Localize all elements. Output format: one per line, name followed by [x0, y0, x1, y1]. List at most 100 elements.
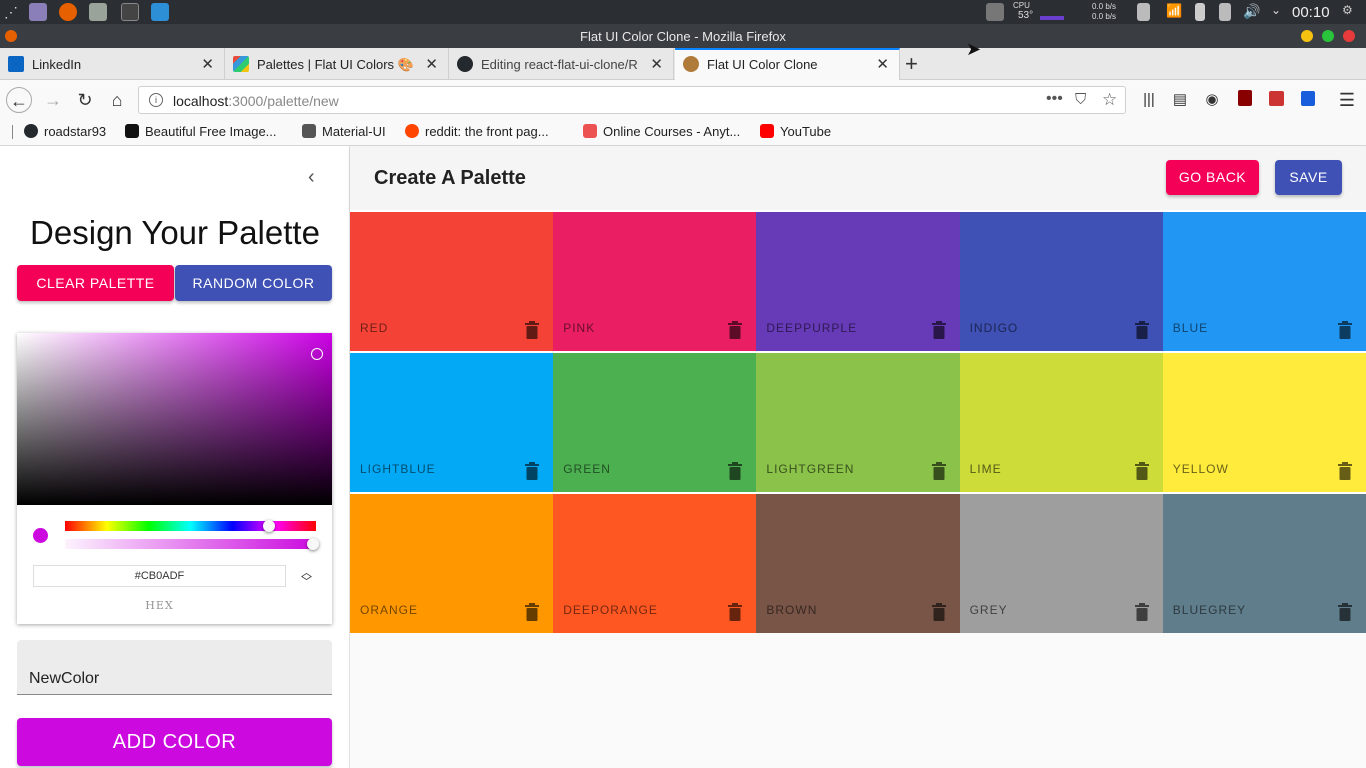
color-box[interactable]: LIGHTGREEN — [756, 351, 960, 492]
home-button[interactable]: ⌂ — [104, 87, 130, 113]
bookmark-unsplash[interactable]: Beautiful Free Image... — [125, 124, 277, 139]
delete-icon[interactable] — [931, 603, 946, 621]
bookmark-star-icon[interactable]: ☆ — [1102, 90, 1117, 110]
color-box[interactable]: BROWN — [756, 492, 960, 633]
bookmark-youtube[interactable]: YouTube — [760, 124, 831, 139]
more-actions-icon[interactable]: ••• — [1046, 90, 1063, 108]
pocket-icon[interactable]: ⛉ — [1075, 91, 1086, 108]
app-launcher-icon[interactable]: ⋰ — [4, 3, 22, 21]
bookmark-reddit[interactable]: reddit: the front pag... — [405, 124, 549, 139]
minimize-button[interactable] — [1301, 30, 1313, 42]
delete-icon[interactable] — [1337, 462, 1352, 480]
bookmark-material-ui[interactable]: Material-UI — [302, 124, 386, 139]
color-box[interactable]: DEEPPURPLE — [756, 210, 960, 351]
sidebar-icon[interactable]: ▤ — [1167, 87, 1193, 113]
extension-icon[interactable] — [1263, 87, 1289, 113]
bookmark-roadstar93[interactable]: roadstar93 — [24, 124, 106, 139]
hue-slider[interactable] — [65, 521, 316, 531]
clock[interactable]: 00:10 — [1292, 4, 1330, 21]
delete-icon[interactable] — [931, 462, 946, 480]
alpha-slider[interactable] — [65, 539, 316, 549]
wifi-icon[interactable]: 📶 — [1166, 3, 1184, 21]
close-icon[interactable]: ✕ — [425, 55, 438, 73]
battery-icon[interactable] — [1195, 3, 1205, 21]
color-box[interactable]: BLUE — [1162, 210, 1366, 351]
url-bar[interactable]: i localhost:3000/palette/new ••• ⛉ ☆ — [138, 86, 1126, 114]
delete-icon[interactable] — [1134, 321, 1149, 339]
delete-icon[interactable] — [728, 462, 743, 480]
color-box[interactable]: GREEN — [553, 351, 757, 492]
tab-github[interactable]: Editing react-flat-ui-clone/R ✕ — [449, 48, 674, 80]
account-icon[interactable]: ◉ — [1199, 87, 1225, 113]
clipboard-icon[interactable] — [1219, 3, 1231, 21]
color-box[interactable]: LIME — [959, 351, 1163, 492]
firefox-icon[interactable] — [59, 3, 77, 21]
github-icon — [24, 124, 38, 138]
close-icon[interactable]: ✕ — [876, 55, 889, 73]
delete-icon[interactable] — [1134, 603, 1149, 621]
close-icon[interactable]: ✕ — [650, 55, 663, 73]
settings-tray-icon[interactable]: ⚙ — [1342, 3, 1360, 21]
format-toggle-icon[interactable]: ︿ ﹀ — [301, 568, 312, 588]
saturation-cursor[interactable] — [311, 348, 323, 360]
delete-icon[interactable] — [1134, 462, 1149, 480]
random-color-button[interactable]: RANDOM COLOR — [175, 265, 332, 301]
volume-icon[interactable]: 🔊 — [1243, 3, 1261, 21]
alpha-slider-handle[interactable] — [307, 538, 319, 550]
color-box[interactable]: DEEPORANGE — [553, 492, 757, 633]
new-tab-button[interactable]: + — [905, 51, 918, 77]
bitwarden-icon[interactable] — [1295, 87, 1321, 113]
cpu-monitor-icon — [986, 3, 1004, 21]
color-box[interactable]: ORANGE — [350, 492, 554, 633]
library-icon[interactable]: ||| — [1136, 87, 1162, 113]
color-box[interactable]: RED — [350, 210, 554, 351]
add-color-button[interactable]: ADD COLOR — [17, 718, 332, 766]
bookmark-label: Online Courses - Anyt... — [603, 124, 741, 139]
bookmark-label: roadstar93 — [44, 124, 107, 139]
youtube-icon — [760, 124, 774, 138]
back-button[interactable]: ← — [6, 87, 32, 113]
hex-input[interactable] — [33, 565, 286, 587]
delete-icon[interactable] — [525, 462, 540, 480]
delete-icon[interactable] — [931, 321, 946, 339]
tab-label: LinkedIn — [32, 57, 82, 72]
hue-slider-handle[interactable] — [263, 520, 275, 532]
delete-icon[interactable] — [728, 321, 743, 339]
ublock-icon[interactable] — [1232, 87, 1258, 113]
color-box[interactable]: GREY — [959, 492, 1163, 633]
saturation-area[interactable] — [17, 333, 332, 505]
delete-icon[interactable] — [1337, 603, 1352, 621]
close-icon[interactable]: ✕ — [201, 55, 214, 73]
forward-button[interactable]: → — [40, 87, 66, 113]
terminal-icon[interactable] — [121, 3, 139, 21]
save-button[interactable]: SAVE — [1275, 160, 1342, 195]
color-box[interactable]: YELLOW — [1162, 351, 1366, 492]
tab-palettes[interactable]: Palettes | Flat UI Colors 🎨 ✕ — [225, 48, 449, 80]
color-box[interactable]: BLUEGREY — [1162, 492, 1366, 633]
chevron-down-icon[interactable]: ⌄ — [1271, 3, 1289, 21]
file-manager-icon[interactable] — [89, 3, 107, 21]
go-back-button[interactable]: GO BACK — [1166, 160, 1259, 195]
color-box-name: DEEPPURPLE — [766, 321, 858, 335]
tab-flat-ui-clone[interactable]: Flat UI Color Clone ✕ — [675, 48, 900, 80]
menu-icon[interactable]: ☰ — [1334, 87, 1360, 113]
screenshot-icon[interactable] — [151, 3, 169, 21]
close-window-button[interactable] — [1343, 30, 1355, 42]
desktop-icon[interactable] — [29, 3, 47, 21]
color-box[interactable]: INDIGO — [959, 210, 1163, 351]
bookmark-udemy[interactable]: Online Courses - Anyt... — [583, 124, 740, 139]
tab-linkedin[interactable]: LinkedIn ✕ — [0, 48, 225, 80]
color-name-field[interactable]: NewColor — [17, 640, 332, 695]
chevron-left-icon[interactable]: ‹ — [308, 166, 315, 189]
delete-icon[interactable] — [525, 321, 540, 339]
color-box[interactable]: PINK — [553, 210, 757, 351]
reload-button[interactable]: ↻ — [72, 87, 98, 113]
maximize-button[interactable] — [1322, 30, 1334, 42]
delete-icon[interactable] — [1337, 321, 1352, 339]
color-box[interactable]: LIGHTBLUE — [350, 351, 554, 492]
info-icon[interactable]: i — [149, 93, 163, 107]
delete-icon[interactable] — [728, 603, 743, 621]
trash-tray-icon[interactable] — [1137, 3, 1150, 21]
clear-palette-button[interactable]: CLEAR PALETTE — [17, 265, 174, 301]
delete-icon[interactable] — [525, 603, 540, 621]
